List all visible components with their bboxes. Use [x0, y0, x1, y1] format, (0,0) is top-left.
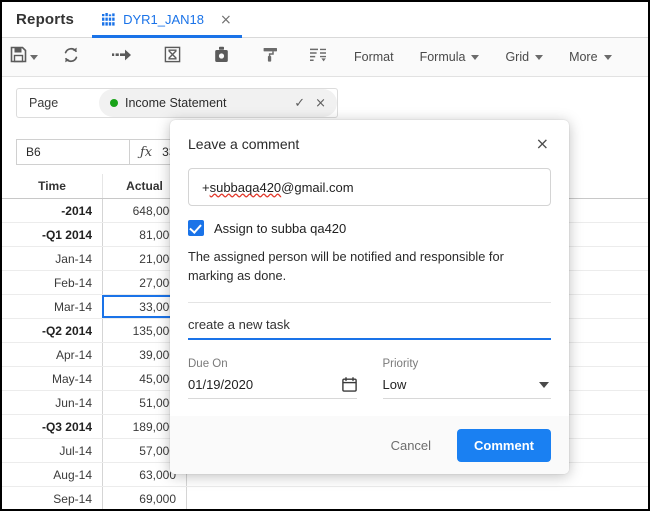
- tab-bar: Reports DYR1_JAN18 ×: [2, 2, 648, 38]
- menu-grid[interactable]: Grid: [492, 38, 556, 77]
- priority-value: Low: [382, 377, 407, 393]
- dialog-footer: Cancel Comment: [170, 416, 569, 474]
- cell-time[interactable]: -Q1 2014: [2, 223, 102, 246]
- menu-format-label: Format: [354, 50, 394, 64]
- task-name-value: create a new task: [188, 317, 290, 333]
- divider: [188, 302, 551, 304]
- chevron-down-icon: [603, 54, 612, 60]
- camera-icon: [213, 46, 230, 68]
- check-icon[interactable]: ✓: [294, 95, 305, 111]
- cell-time[interactable]: Jun-14: [2, 391, 102, 414]
- table-row[interactable]: Sep-14 69,000: [2, 487, 648, 509]
- run-button[interactable]: [96, 38, 148, 77]
- name-box-value: B6: [26, 145, 41, 159]
- app-title: Reports: [16, 11, 75, 28]
- mention-handle: subbaqa420: [209, 179, 282, 195]
- comment-mention-input[interactable]: + subbaqa420 @gmail.com: [188, 168, 551, 206]
- page-chip[interactable]: Income Statement ✓ ×: [99, 89, 337, 117]
- menu-format[interactable]: Format: [341, 38, 407, 77]
- page-label: Page: [29, 96, 59, 110]
- chevron-down-icon: [535, 54, 544, 60]
- export-excel-button[interactable]: [148, 38, 197, 77]
- comment-submit-button[interactable]: Comment: [457, 428, 551, 462]
- menu-formula-label: Formula: [419, 50, 466, 64]
- menu-formula[interactable]: Formula: [407, 38, 493, 77]
- function-icon: ƒx: [140, 144, 153, 160]
- snapshot-button[interactable]: [197, 38, 246, 77]
- assign-checkbox[interactable]: [188, 220, 204, 236]
- excel-export-icon: [164, 46, 181, 68]
- cell-empty[interactable]: [186, 487, 648, 509]
- tab-dyr1-jan18[interactable]: DYR1_JAN18 ×: [92, 2, 242, 38]
- sort-button[interactable]: [295, 38, 341, 77]
- save-button[interactable]: [2, 38, 46, 77]
- refresh-button[interactable]: [46, 38, 96, 77]
- leave-comment-dialog: Leave a comment × + subbaqa420 @gmail.com …: [170, 120, 569, 474]
- assign-checkbox-label: Assign to subba qa420: [214, 220, 347, 236]
- tab-label: DYR1_JAN18: [123, 12, 205, 27]
- assign-note: The assigned person will be notified and…: [188, 249, 504, 283]
- chevron-down-icon: [471, 54, 480, 60]
- menu-more[interactable]: More: [556, 38, 624, 77]
- menu-grid-label: Grid: [505, 50, 530, 64]
- dialog-title: Leave a comment: [188, 136, 300, 152]
- assign-checkbox-row[interactable]: Assign to subba qa420: [188, 220, 551, 236]
- column-header-time[interactable]: Time: [2, 174, 102, 198]
- status-dot-icon: [110, 99, 118, 107]
- due-on-field[interactable]: Due On 01/19/2020: [188, 358, 357, 400]
- priority-label: Priority: [382, 358, 419, 371]
- cell-time[interactable]: Apr-14: [2, 343, 102, 366]
- task-fields: Due On 01/19/2020 Priority Low: [188, 358, 551, 400]
- sort-lines-icon: [309, 47, 327, 68]
- task-name-input[interactable]: create a new task: [188, 317, 551, 341]
- page-chip-label: Income Statement: [125, 96, 227, 110]
- calendar-icon[interactable]: [341, 377, 357, 392]
- cell-actual[interactable]: 69,000: [102, 487, 186, 509]
- mention-prefix: +: [202, 179, 210, 195]
- mention-domain: @gmail.com: [281, 179, 354, 195]
- chevron-down-icon[interactable]: [539, 381, 549, 388]
- cancel-button[interactable]: Cancel: [381, 430, 441, 461]
- cell-time[interactable]: -2014: [2, 199, 102, 222]
- menu-more-label: More: [569, 50, 598, 64]
- cell-time[interactable]: Jul-14: [2, 439, 102, 462]
- cell-time[interactable]: Feb-14: [2, 271, 102, 294]
- save-icon: [10, 46, 27, 68]
- close-icon[interactable]: ×: [315, 96, 326, 111]
- refresh-icon: [62, 46, 80, 69]
- cell-time[interactable]: May-14: [2, 367, 102, 390]
- application-window: Reports DYR1_JAN18 × Format Formula Grid…: [0, 0, 650, 511]
- cell-time[interactable]: Jan-14: [2, 247, 102, 270]
- due-on-label: Due On: [188, 358, 228, 371]
- paint-format-button[interactable]: [246, 38, 295, 77]
- cell-time[interactable]: -Q3 2014: [2, 415, 102, 438]
- dialog-header: Leave a comment ×: [170, 120, 569, 168]
- toolbar: Format Formula Grid More: [2, 38, 648, 77]
- dialog-body: + subbaqa420 @gmail.com Assign to subba qa…: [170, 168, 569, 416]
- priority-field[interactable]: Priority Low: [382, 358, 551, 400]
- chevron-down-icon: [30, 54, 38, 60]
- cell-time[interactable]: Mar-14: [2, 295, 102, 318]
- cell-time[interactable]: Sep-14: [2, 487, 102, 509]
- due-on-value: 01/19/2020: [188, 377, 254, 393]
- paint-roller-icon: [262, 46, 279, 68]
- grid-chart-icon: [102, 13, 116, 26]
- page-selector[interactable]: Page Income Statement ✓ ×: [16, 88, 338, 118]
- close-icon[interactable]: ×: [220, 13, 232, 27]
- cell-time[interactable]: -Q2 2014: [2, 319, 102, 342]
- close-icon[interactable]: ×: [532, 132, 553, 156]
- cell-time[interactable]: Aug-14: [2, 463, 102, 486]
- name-box[interactable]: B6: [16, 139, 130, 165]
- arrow-right-icon: [112, 48, 132, 67]
